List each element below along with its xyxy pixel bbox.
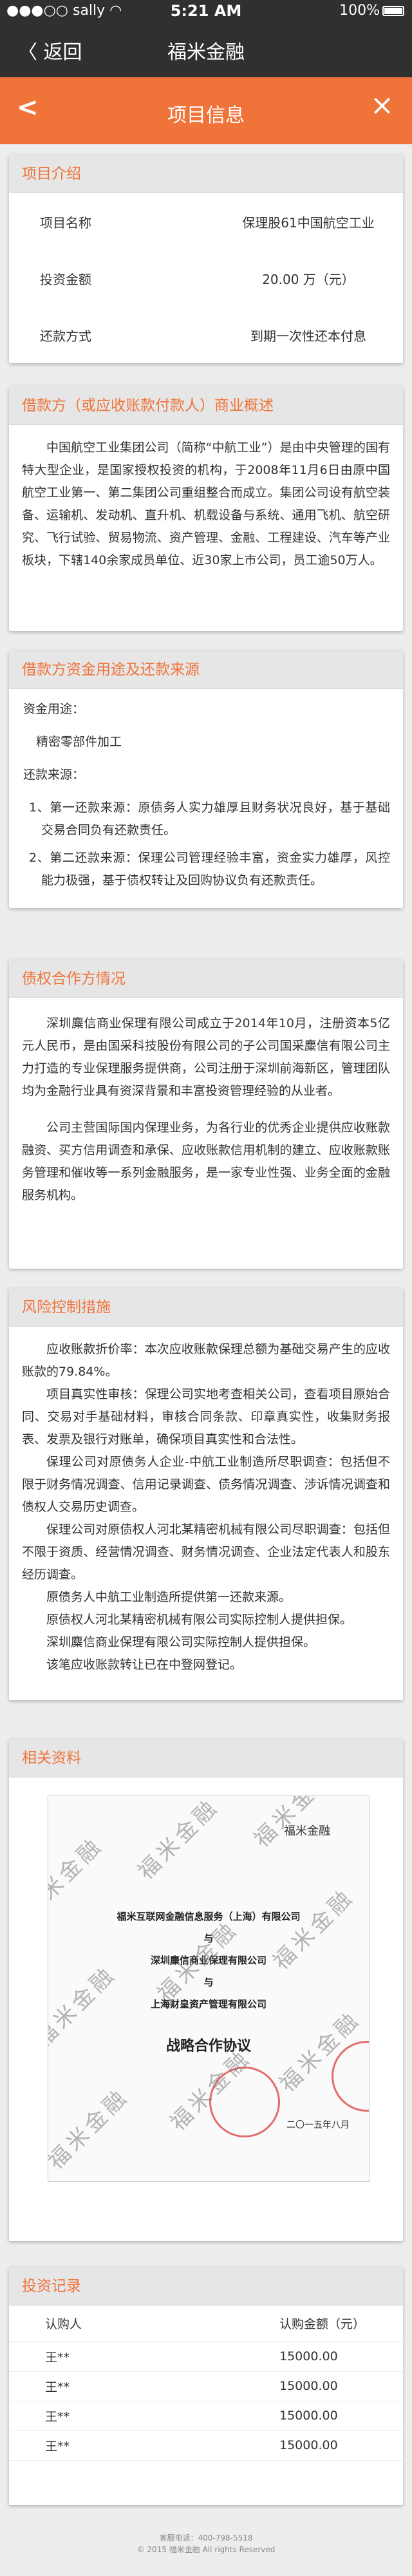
risk-paragraph: 该笔应收账款转让已在中登网登记。	[46, 1658, 243, 1672]
guarantee-paragraph: 深圳麋信商业保理有限公司成立于2014年10月，注册资本5亿元人民币，是由国采科…	[22, 1016, 390, 1098]
hotline-text: 客服电话：400-798-5518	[159, 2533, 253, 2543]
table-row: 王** 15000.00	[9, 2430, 403, 2461]
risk-paragraph: 深圳麋信商业保理有限公司实际控制人提供担保。	[46, 1635, 316, 1649]
info-label: 投资金额	[40, 272, 91, 287]
guarantee-card: 债权合作方情况 深圳麋信商业保理有限公司成立于2014年10月，注册资本5亿元人…	[9, 960, 403, 1269]
guarantee-paragraph: 公司主营国际国内保理业务，为各行业的优秀企业提供应收账款融资、买方信用调查和承保…	[22, 1121, 390, 1202]
investment-table: 认购人 认购金额（元） 王** 15000.00 王** 15000.00 王*…	[9, 2306, 403, 2461]
risk-paragraph: 原债权人河北某精密机械有限公司实际控制人提供担保。	[46, 1613, 353, 1627]
investor-name: 王**	[9, 2401, 279, 2431]
info-value: 20.00 万（元）	[262, 272, 355, 287]
section-heading: 借款方资金用途及还款来源	[9, 650, 403, 689]
risk-paragraph: 保理公司对原债务人企业-中航工业制造所尽职调查：包括但不限于财务情况调查、信用记…	[22, 1455, 390, 1514]
repayment-item: 2、第二还款来源：保理公司管理经验丰富，资金实力雄厚，风控能力极强，基于债权转让…	[29, 851, 390, 887]
info-value: 到期一次性还本付息	[250, 328, 366, 344]
section-heading: 项目介绍	[9, 155, 403, 193]
info-row: 还款方式 到期一次性还本付息	[9, 307, 403, 363]
investor-name: 王**	[9, 2430, 279, 2461]
investment-amount: 15000.00	[279, 2430, 403, 2461]
info-label: 项目名称	[40, 215, 91, 231]
table-header-row: 认购人 认购金额（元）	[9, 2306, 403, 2342]
risk-paragraph: 项目真实性审核：保理公司实地考查相关公司，查看项目原始合同、交易对手基础材料，审…	[22, 1387, 390, 1446]
table-row: 王** 15000.00	[9, 2371, 403, 2401]
section-heading: 投资记录	[9, 2267, 403, 2306]
risk-control-card: 风险控制措施 应收账款折价率：本次应收账款保理总额为基础交易产生的应收账款的79…	[9, 1288, 403, 1700]
page-title: 项目信息	[167, 104, 245, 127]
section-heading: 借款方（或应收账款付款人）商业概述	[9, 386, 403, 425]
investor-name: 王**	[9, 2342, 279, 2372]
table-row: 王** 15000.00	[9, 2401, 403, 2431]
battery-indicator: 100%	[339, 3, 404, 19]
funds-usage-card: 借款方资金用途及还款来源 资金用途： 精密零部件加工 还款来源： 1、第一还款来…	[9, 650, 403, 908]
info-value: 保理股61中国航空工业	[242, 215, 375, 231]
info-label: 还款方式	[40, 328, 91, 344]
close-icon[interactable]: ×	[370, 89, 394, 122]
business-overview-card: 借款方（或应收账款付款人）商业概述 中国航空工业集团公司（简称“中航工业”）是由…	[9, 386, 403, 631]
risk-paragraph: 应收账款折价率：本次应收账款保理总额为基础交易产生的应收账款的79.84%。	[22, 1342, 390, 1379]
investment-amount: 15000.00	[279, 2371, 403, 2401]
risk-paragraph: 原债务人中航工业制造所提供第一还款来源。	[46, 1590, 292, 1604]
app-title: 福米金融	[167, 41, 245, 64]
project-intro-card: 项目介绍 项目名称 保理股61中国航空工业 投资金额 20.00 万（元） 还款…	[9, 155, 403, 363]
column-header: 认购金额（元）	[279, 2306, 403, 2342]
info-row: 项目名称 保理股61中国航空工业	[9, 193, 403, 250]
copyright-text: © 2015 福米金融 All rights Reserved	[136, 2545, 276, 2554]
investor-name: 王**	[9, 2371, 279, 2401]
investment-amount: 15000.00	[279, 2342, 403, 2372]
risk-paragraph: 保理公司对原债权人河北某精密机械有限公司尽职调查：包括但不限于资质、经营情况调查…	[22, 1522, 390, 1582]
column-header: 认购人	[9, 2306, 279, 2342]
section-heading: 相关资料	[9, 1739, 403, 1777]
info-row: 投资金额 20.00 万（元）	[9, 250, 403, 307]
battery-icon	[382, 6, 404, 16]
usage-label: 资金用途：	[23, 702, 85, 716]
repayment-label: 还款来源：	[23, 768, 85, 782]
repayment-item: 1、第一还款来源：原债务人实力雄厚且财务状况良好，基于基础交易合同负有还款责任。	[29, 800, 390, 837]
doc-date: 二〇一五年八月	[286, 2120, 350, 2130]
usage-value: 精密零部件加工	[36, 735, 122, 749]
table-row: 王** 15000.00	[9, 2342, 403, 2372]
overview-text: 中国航空工业集团公司（简称“中航工业”）是由中央管理的国有特大型企业，是国家授权…	[22, 440, 390, 567]
page-footer: 客服电话：400-798-5518 © 2015 福米金融 All rights…	[0, 2532, 412, 2555]
section-heading: 风险控制措施	[9, 1288, 403, 1327]
app-header: 〈 返回 福米金融	[0, 21, 412, 77]
page-header: < 项目信息 ×	[0, 77, 412, 144]
status-bar: ●●●○○ sally ◠ 5:21 AM 100%	[0, 0, 412, 21]
contract-scan-image[interactable]: 福米金融 福米互联网金融信息服务（上海）有限公司 与 深圳麋信商业保理有限公司 …	[48, 1795, 370, 2182]
investment-amount: 15000.00	[279, 2401, 403, 2431]
section-heading: 债权合作方情况	[9, 960, 403, 998]
investment-records-card: 投资记录 认购人 认购金额（元） 王** 15000.00 王** 15000.…	[9, 2267, 403, 2505]
documents-card: 相关资料 福米金融 福米互联网金融信息服务（上海）有限公司 与 深圳麋信商业保理…	[9, 1739, 403, 2241]
